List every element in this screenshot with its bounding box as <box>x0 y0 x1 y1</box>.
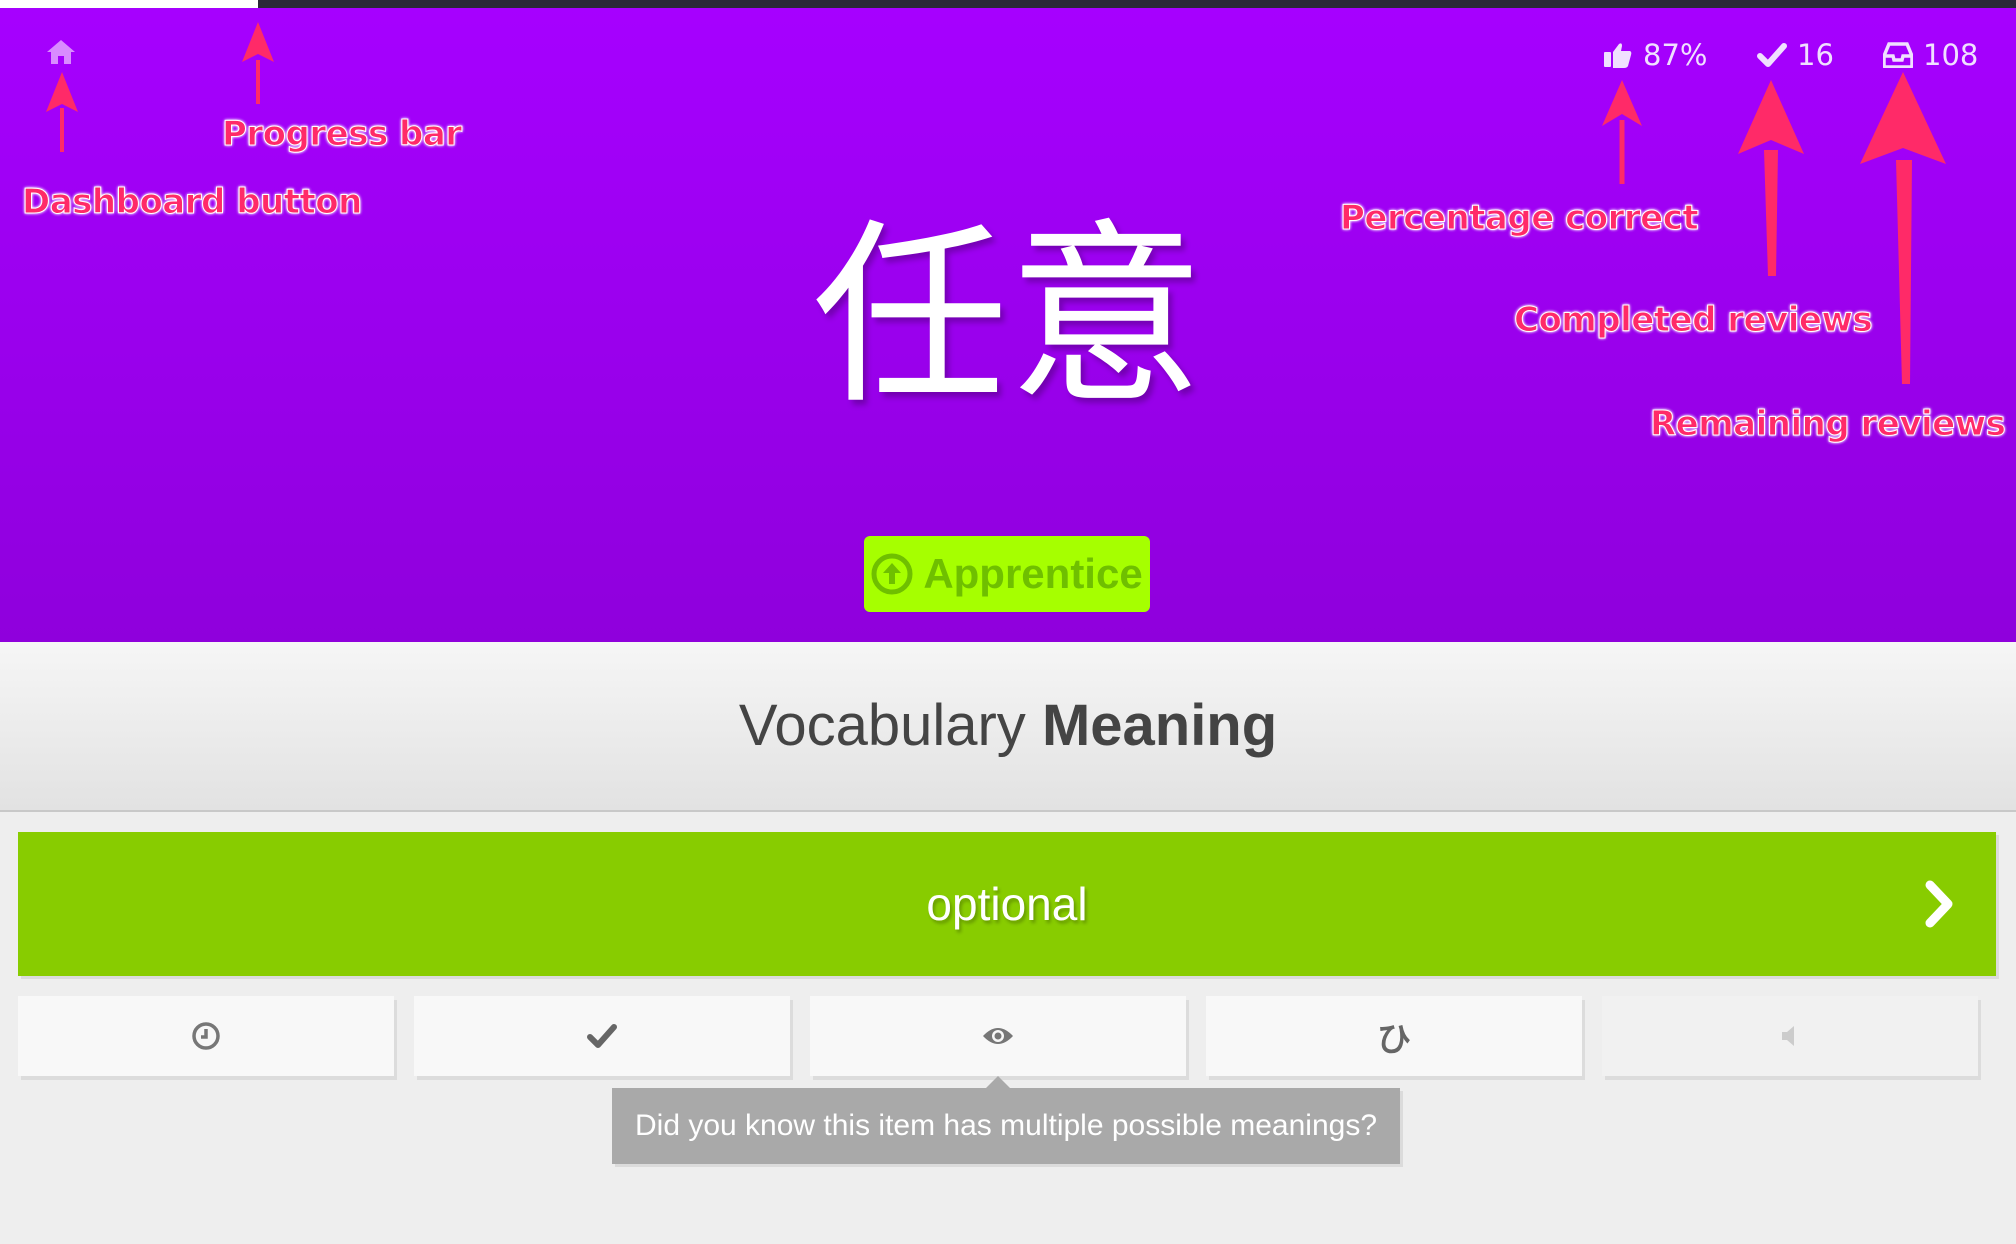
annotation-progress: Progress bar <box>222 114 463 155</box>
srs-level-label: Apprentice <box>923 550 1143 597</box>
progress-bar <box>0 0 2016 8</box>
kana-chart-button[interactable]: ひ <box>1206 996 1582 1076</box>
eye-icon <box>983 1028 1013 1044</box>
show-info-button[interactable] <box>810 996 1186 1076</box>
check-icon <box>587 1024 617 1048</box>
item-info-button[interactable] <box>414 996 790 1076</box>
annotation-dashboard: Dashboard button <box>22 182 363 223</box>
question-type-suffix: Meaning <box>1041 693 1278 758</box>
speaker-icon <box>1782 1026 1794 1046</box>
remaining-count-value: 108 <box>1923 38 1979 72</box>
last-items-button[interactable] <box>18 996 394 1076</box>
audio-button[interactable] <box>1602 996 1978 1076</box>
annotation-completed: Completed reviews <box>1513 300 1873 341</box>
remaining-count: 108 <box>1883 38 1978 72</box>
additional-content-buttons: ひ <box>18 996 1996 1076</box>
answer-input[interactable]: optional <box>18 832 1996 976</box>
check-icon <box>1757 43 1787 67</box>
answer-form: optional <box>18 832 1996 976</box>
tooltip-arrow <box>986 1076 1010 1088</box>
dashboard-button[interactable] <box>45 38 77 70</box>
kana-icon: ひ <box>1377 1019 1411 1060</box>
level-up-icon <box>871 553 913 595</box>
question-type: Vocabulary Meaning <box>0 642 2016 812</box>
chevron-right-icon <box>1925 880 1953 928</box>
question-type-prefix: Vocabulary <box>738 693 1026 758</box>
annotation-percentage: Percentage correct <box>1339 198 1699 239</box>
submit-button[interactable] <box>1910 872 1970 936</box>
srs-level-badge: Apprentice <box>864 536 1150 612</box>
completed-count-value: 16 <box>1797 38 1834 72</box>
percent-correct: 87% <box>1603 38 1707 72</box>
clock-icon <box>192 1022 220 1050</box>
progress-fill <box>0 0 259 8</box>
completed-count: 16 <box>1757 38 1834 72</box>
home-icon <box>47 40 75 64</box>
inbox-icon <box>1883 42 1913 68</box>
annotation-remaining: Remaining reviews <box>1649 404 2006 445</box>
multiple-meanings-tooltip: Did you know this item has multiple poss… <box>612 1088 1400 1164</box>
thumbs-up-icon <box>1604 43 1632 68</box>
percent-correct-value: 87% <box>1643 38 1708 72</box>
